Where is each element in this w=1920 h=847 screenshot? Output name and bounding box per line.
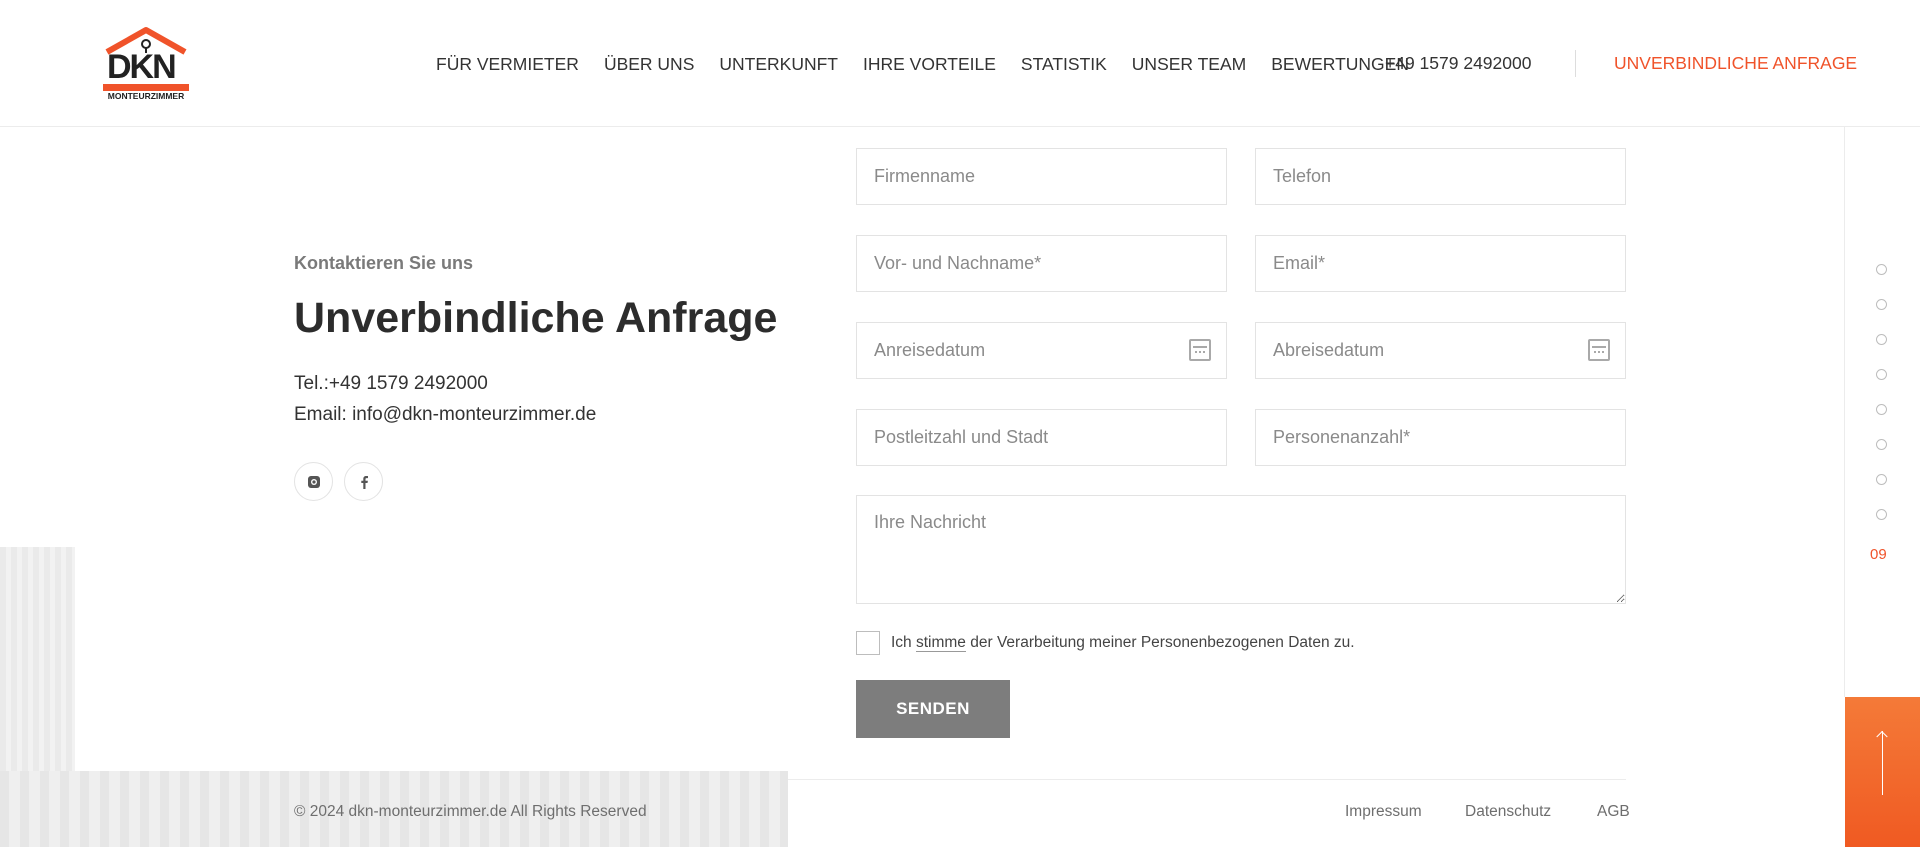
nav-ihre-vorteile[interactable]: IHRE VORTEILE xyxy=(863,54,996,75)
consent-checkbox[interactable] xyxy=(856,631,880,655)
right-rail-divider xyxy=(1844,127,1845,697)
contact-phone[interactable]: Tel.:+49 1579 2492000 xyxy=(294,373,488,395)
section-current-number[interactable]: 09 xyxy=(1870,546,1887,563)
facebook-icon xyxy=(360,475,368,489)
arrival-date-field[interactable] xyxy=(856,322,1227,379)
submit-button[interactable]: SENDEN xyxy=(856,680,1010,738)
header-phone-link[interactable]: +49 1579 2492000 xyxy=(1385,53,1531,74)
copyright: © 2024 dkn-monteurzimmer.de All Rights R… xyxy=(294,803,647,820)
name-field[interactable] xyxy=(856,235,1227,292)
consent-link[interactable]: stimme xyxy=(915,634,966,652)
consent-label: Ich stimme der Verarbeitung meiner Perso… xyxy=(891,634,1355,652)
arrow-up-icon xyxy=(1882,731,1883,795)
footer-impressum-link[interactable]: Impressum xyxy=(1345,803,1422,821)
section-dot-3[interactable] xyxy=(1876,334,1887,345)
instagram-icon xyxy=(307,475,320,488)
consent-text-end: der Verarbeitung meiner Personenbezogene… xyxy=(965,634,1355,651)
nav-ueber-uns[interactable]: ÜBER UNS xyxy=(604,54,694,75)
contact-subtitle: Kontaktieren Sie uns xyxy=(294,253,474,273)
logo[interactable]: DKN MONTEURZIMMER xyxy=(103,26,189,102)
persons-field[interactable] xyxy=(1255,409,1626,466)
footer-datenschutz-link[interactable]: Datenschutz xyxy=(1465,803,1551,821)
section-dot-4[interactable] xyxy=(1876,369,1887,380)
logo-text: DKN xyxy=(107,48,177,86)
section-dots-nav xyxy=(1876,264,1887,544)
company-field[interactable] xyxy=(856,148,1227,205)
contact-email[interactable]: Email: info@dkn-monteurzimmer.de xyxy=(294,404,596,426)
departure-date-field[interactable] xyxy=(1255,322,1626,379)
logo-bar xyxy=(103,84,189,91)
consent-text-start: Ich xyxy=(891,634,916,651)
main-nav: FÜR VERMIETER ÜBER UNS UNTERKUNFT IHRE V… xyxy=(436,54,1434,75)
header-cta-link[interactable]: UNVERBINDLICHE ANFRAGE xyxy=(1614,53,1857,74)
footer-agb-link[interactable]: AGB xyxy=(1597,803,1630,821)
email-field[interactable] xyxy=(1255,235,1626,292)
facebook-button[interactable] xyxy=(344,462,383,501)
phone-field[interactable] xyxy=(1255,148,1626,205)
section-dot-6[interactable] xyxy=(1876,439,1887,450)
footer-divider xyxy=(788,779,1626,780)
section-dot-8[interactable] xyxy=(1876,509,1887,520)
nav-statistik[interactable]: STATISTIK xyxy=(1021,54,1107,75)
zip-city-field[interactable] xyxy=(856,409,1227,466)
page-title: Unverbindliche Anfrage xyxy=(294,294,778,342)
nav-unterkunft[interactable]: UNTERKUNFT xyxy=(719,54,838,75)
calendar-icon[interactable] xyxy=(1588,339,1610,361)
logo-subtitle: MONTEURZIMMER xyxy=(107,91,185,101)
scroll-to-top-button[interactable] xyxy=(1845,697,1920,847)
instagram-button[interactable] xyxy=(294,462,333,501)
nav-fuer-vermieter[interactable]: FÜR VERMIETER xyxy=(436,54,579,75)
nav-unser-team[interactable]: UNSER TEAM xyxy=(1132,54,1246,75)
calendar-icon[interactable] xyxy=(1189,339,1211,361)
section-dot-7[interactable] xyxy=(1876,474,1887,485)
message-field[interactable] xyxy=(856,495,1626,604)
section-dot-2[interactable] xyxy=(1876,299,1887,310)
section-dot-1[interactable] xyxy=(1876,264,1887,275)
nav-divider xyxy=(1575,50,1576,77)
section-dot-5[interactable] xyxy=(1876,404,1887,415)
site-header: DKN MONTEURZIMMER FÜR VERMIETER ÜBER UNS… xyxy=(0,0,1920,127)
